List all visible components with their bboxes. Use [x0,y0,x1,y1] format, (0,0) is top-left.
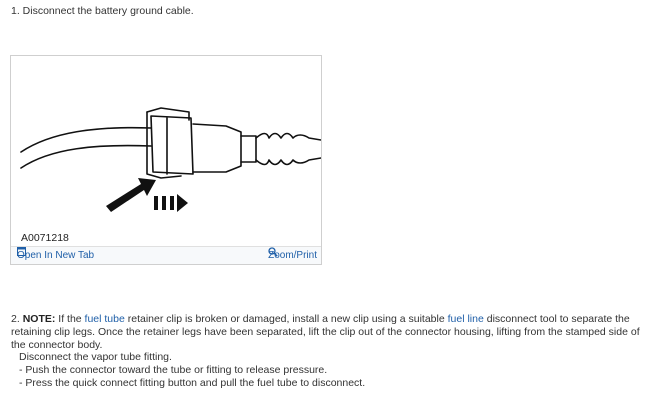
step-1-text: 1. Disconnect the battery ground cable. [11,5,194,17]
vapor-list-item: - Press the quick connect fitting button… [19,377,366,389]
zoom-print-link[interactable]: Zoom/Print [268,247,317,264]
step-2-paragraph: 2. NOTE: If the fuel tube retainer clip … [11,313,643,352]
fuel-tube-link[interactable]: fuel tube [85,313,125,325]
open-in-new-tab-link[interactable]: Open In New Tab [17,247,94,264]
note-label: NOTE: [22,313,56,325]
vapor-heading: Disconnect the vapor tube fitting. [19,351,172,363]
open-in-new-tab-label: Open In New Tab [17,250,95,261]
figure-panel: A0071218 Open In New Tab Zoom/Print [10,55,322,265]
step-2-text-2: retainer clip is broken or damaged, inst… [124,313,448,325]
magnifier-icon [268,247,278,257]
vapor-list-item: - Push the connector toward the tube or … [19,364,328,376]
figure-toolbar: Open In New Tab Zoom/Print [11,246,321,264]
step-2-text-1: If the [55,313,85,325]
vapor-instructions: Disconnect the vapor tube fitting. - Pus… [19,351,365,390]
figure-id-label: A0071218 [21,232,69,244]
step-2-number: 2. [11,313,20,325]
fuel-line-link[interactable]: fuel line [448,313,484,325]
fuel-connector-illustration [20,107,321,212]
new-tab-icon [17,247,26,256]
